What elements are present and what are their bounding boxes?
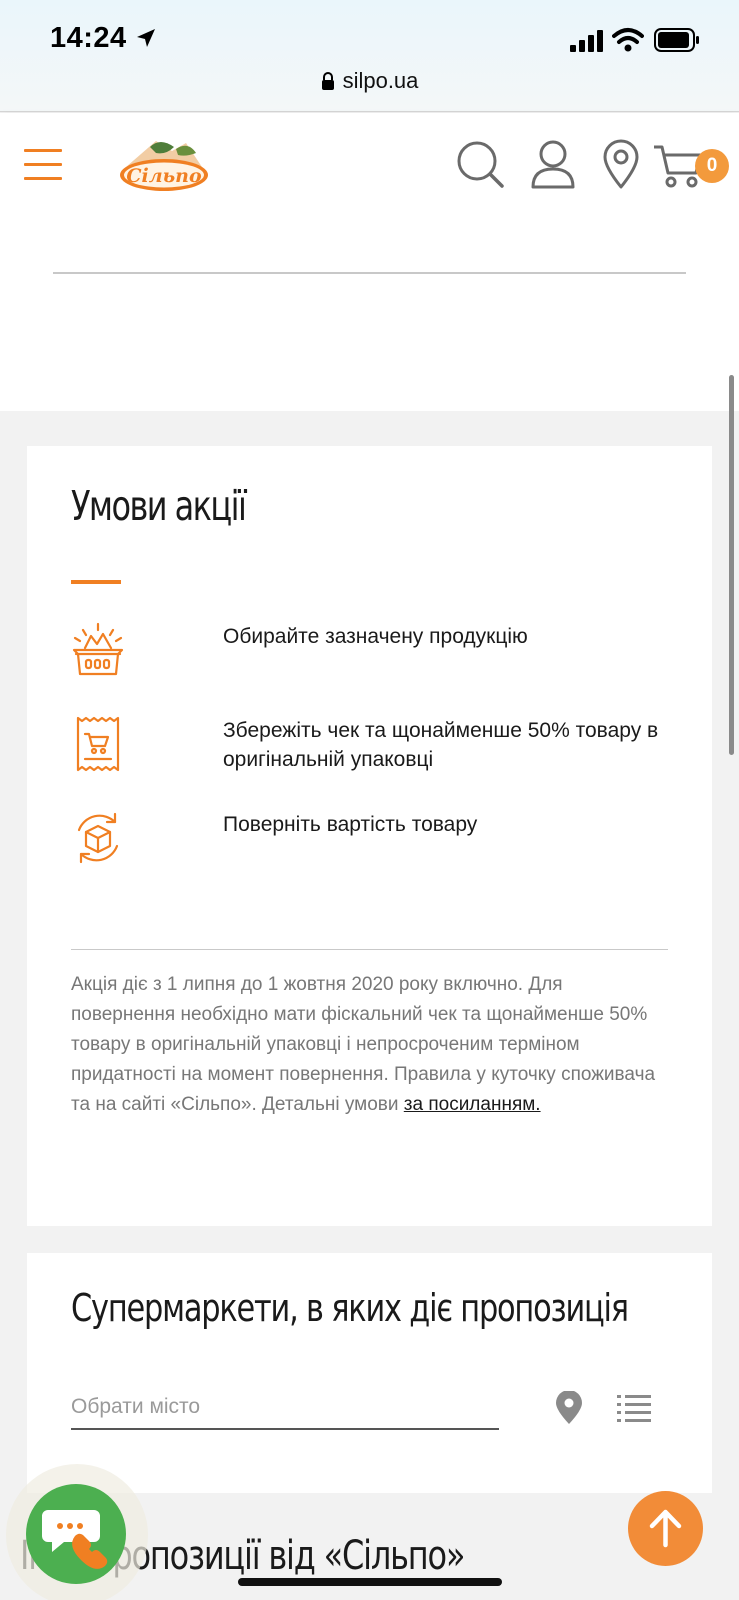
scroll-top-button[interactable] xyxy=(628,1491,703,1566)
url-field[interactable]: silpo.ua xyxy=(0,68,739,94)
browser-top-bar: 14:24 silpo.ua xyxy=(0,0,739,112)
logo-text: Сільпо xyxy=(126,165,202,187)
silpo-logo[interactable]: Сільпо xyxy=(116,133,212,199)
basket-icon xyxy=(72,622,124,676)
signal-icon xyxy=(570,30,603,52)
search-icon[interactable] xyxy=(456,139,506,191)
chat-call-button[interactable] xyxy=(26,1484,126,1584)
map-view-icon[interactable] xyxy=(554,1391,584,1425)
conditions-card: Умови акції Обирайте зазначену продукцію xyxy=(27,446,712,1226)
supermarkets-title: Супермаркети, в яких діє пропозиція xyxy=(71,1286,629,1330)
box-return-icon xyxy=(77,812,119,864)
title-accent-line xyxy=(71,580,121,584)
city-select-input[interactable] xyxy=(71,1386,499,1430)
terms-text: Акція діє з 1 липня до 1 жовтня 2020 рок… xyxy=(71,970,671,1120)
terms-link[interactable]: за посиланням. xyxy=(404,1094,541,1115)
user-icon[interactable] xyxy=(528,139,578,191)
lock-icon xyxy=(321,72,334,90)
step-text: Збережіть чек та щонайменше 50% товару в… xyxy=(223,719,659,771)
menu-burger-button[interactable] xyxy=(24,149,62,183)
arrow-up-icon xyxy=(649,1509,682,1548)
location-arrow-icon xyxy=(137,29,155,47)
wifi-icon xyxy=(612,28,644,52)
step-text: Обирайте зазначену продукцію xyxy=(223,625,528,648)
location-pin-icon[interactable] xyxy=(596,139,646,191)
receipt-cart-icon xyxy=(76,716,120,772)
supermarkets-card: Супермаркети, в яких діє пропозиція xyxy=(27,1253,712,1493)
chat-phone-icon xyxy=(42,1510,108,1569)
home-indicator[interactable] xyxy=(238,1578,502,1586)
previous-section xyxy=(0,219,739,411)
site-header: Сільпо 0 xyxy=(0,113,739,219)
cart-count-badge[interactable]: 0 xyxy=(695,149,729,183)
url-text: silpo.ua xyxy=(342,68,419,93)
scrollbar-thumb[interactable] xyxy=(729,375,734,755)
step-text: Поверніть вартість товару xyxy=(223,813,478,836)
terms-body: Акція діє з 1 липня до 1 жовтня 2020 рок… xyxy=(71,974,656,1115)
divider xyxy=(71,949,668,950)
battery-icon xyxy=(654,28,699,52)
conditions-title: Умови акції xyxy=(71,482,247,530)
divider xyxy=(53,272,686,274)
list-view-icon[interactable] xyxy=(617,1393,651,1423)
status-time: 14:24 xyxy=(50,22,127,54)
